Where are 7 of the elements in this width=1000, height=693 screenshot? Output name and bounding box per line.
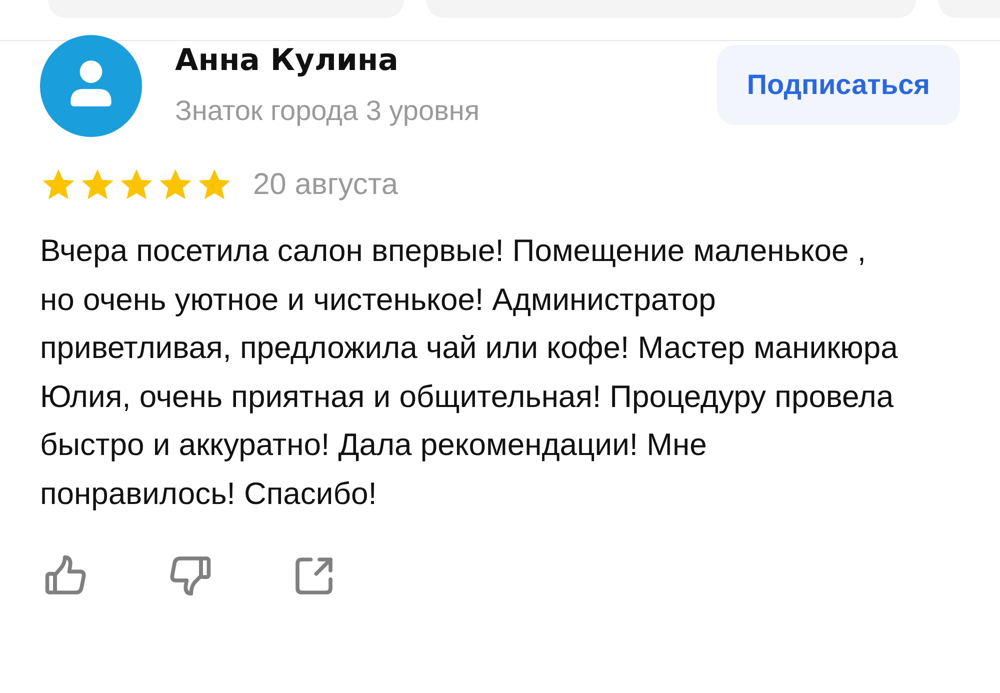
review-date: 20 августа: [253, 168, 398, 202]
thumbs-down-icon[interactable]: [168, 554, 212, 598]
avatar-icon[interactable]: [40, 35, 142, 137]
review-text: Вчера посетила салон впервые! Помещение маленькое , но очень уютное и чистенькое! Администратор приветливая, предложила чай или кофе! Мастер маникюра Юлия, очень приятная и общительная! Процедуру провела быстро и аккуратно! Дала рекомендации! Мне понравилось! Спасибо!: [39, 232, 899, 512]
author-level: Знаток города 3 уровня: [175, 94, 481, 128]
subscribe-button[interactable]: Подписаться: [716, 45, 960, 125]
author-name[interactable]: Анна Кулина: [175, 41, 717, 81]
